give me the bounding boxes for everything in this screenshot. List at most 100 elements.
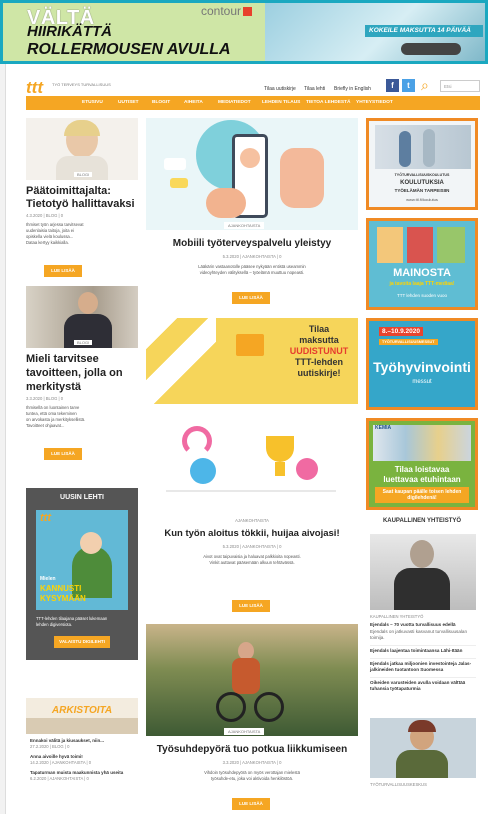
- search-input[interactable]: Etsi: [440, 80, 480, 92]
- article-title[interactable]: Mieli tarvitsee tavoitteen, jolla on merki…: [26, 352, 123, 394]
- nav-aiheita[interactable]: AIHEITA: [184, 100, 203, 105]
- doctor-avatar: [240, 148, 260, 168]
- commercial-item[interactable]: Ejendals – 70 vuotta turvallisuus edellä: [370, 622, 476, 628]
- ad-text: KOULUTUKSIA: [400, 180, 444, 186]
- article-image[interactable]: [370, 718, 476, 778]
- bike-wheel-icon: [216, 692, 246, 722]
- article-excerpt: Ihmiset työn arjessa tarvitsevat uudenlai…: [26, 222, 84, 245]
- archive-books: [26, 718, 138, 734]
- read-digital-button[interactable]: VALAISTU DIGILEHTI: [54, 636, 110, 648]
- magazine-thumb: [437, 227, 465, 263]
- article-meta: 3.3.2020 | AJANKOHTAISTA | 0: [222, 760, 282, 765]
- read-more-button[interactable]: LUE LISÄÄ: [44, 265, 82, 277]
- cover-text3: KYSYMÄÄN: [40, 594, 86, 603]
- article-image[interactable]: AJANKOHTAISTA: [146, 624, 358, 736]
- read-more-button[interactable]: LUE LISÄÄ: [232, 798, 270, 810]
- article-meta: TYÖTURVALLISUUSKESKUS: [370, 782, 427, 787]
- latest-issue-caption: TTT-lehden tilaajana pääset lukemaan lehd…: [36, 616, 108, 627]
- archive-item[interactable]: Tapaturman muista maakunnista yhä useita…: [30, 770, 138, 782]
- archive-header[interactable]: ARKISTOITA: [26, 698, 138, 734]
- site-logo-tagline: TYÖ TERVEYS TURVALLISUUS: [52, 82, 111, 87]
- commercial-title: KAUPALLINEN YHTEISTYÖ: [382, 518, 462, 524]
- article-image[interactable]: AJANKOHTAISTA: [146, 118, 358, 230]
- banner-brand: contour: [201, 4, 253, 18]
- ad-text: KEMIA: [375, 425, 392, 431]
- site-logo[interactable]: ttt: [26, 78, 43, 98]
- nav-mediatiedot[interactable]: MEDIATIEDOT: [218, 100, 251, 105]
- article-title[interactable]: Mobiili työterveyspalvelu yleistyy: [146, 238, 358, 249]
- newsletter-promo[interactable]: Tilaa maksutta UUDISTUNUT TTT-lehden uut…: [146, 318, 358, 404]
- commercial-item[interactable]: Oikeiden varusteiden avulla voidaan vält…: [370, 677, 476, 692]
- article-meta: 5.3.2020 | AJANKOHTAISTA | 0: [222, 544, 282, 549]
- trophy-icon: [266, 436, 294, 462]
- twitter-icon[interactable]: t: [402, 79, 415, 92]
- chat-bubble-icon: [170, 178, 188, 188]
- archive-item[interactable]: Ennakoi välitä ja kiusaukset, niin... 27.…: [30, 738, 138, 750]
- article-meta: 5.3.2020 | AJANKOHTAISTA | 0: [222, 254, 282, 259]
- ad-text: TYÖTURVALLISUUSKOULUTUS: [394, 173, 450, 177]
- facebook-icon[interactable]: f: [386, 79, 399, 92]
- commercial-item[interactable]: Ejendals laajentaa toimintaansa Lähi-Itä…: [370, 645, 476, 654]
- portrait-body: [394, 568, 450, 610]
- article-image[interactable]: BLOGI: [26, 286, 138, 348]
- rollermouse-icon: [401, 43, 461, 55]
- category-badge: AJANKOHTAISTA: [224, 222, 265, 229]
- nav-lehden-tilaus[interactable]: LEHDEN TILAUS: [262, 100, 300, 105]
- banner-cta[interactable]: KOKEILE MAKSUTTA 14 PÄIVÄÄ: [365, 25, 483, 37]
- ad-text: Tilaa loistavaa luettavaa etuhintaan: [383, 465, 461, 484]
- article-image[interactable]: BLOGI: [26, 118, 138, 180]
- cover-logo: ttt: [40, 512, 51, 524]
- cover-text1: Mielen: [40, 576, 56, 582]
- ad-text: ja tavoita laaja TTT-mediaa!: [389, 281, 455, 287]
- magazine-cover[interactable]: ttt Mielen KANNUSTI KYSYMÄÄN: [36, 510, 128, 610]
- commercial-item[interactable]: Ejendals jatkaa miljoonien investointeja…: [370, 658, 476, 673]
- latest-issue-title: UUSIN LEHTI: [60, 494, 104, 501]
- ad-text: TYÖELÄMÄN TARPEISIIN: [394, 188, 450, 193]
- category-badge: BLOGI: [74, 340, 93, 345]
- article-title[interactable]: Päätoimittajalta: Tietotyö hallittavaksi: [26, 185, 135, 211]
- article-excerpt: Aivot ovat taipuvaisia ja haluavat palkk…: [203, 554, 301, 565]
- nav-yhteystiedot[interactable]: YHTEYSTIEDOT: [356, 100, 393, 105]
- commercial-excerpt: Ejendals on jatkuvasti kasvanut turvalli…: [370, 629, 468, 640]
- envelope-icon: [236, 334, 264, 356]
- portrait-body: [396, 750, 448, 778]
- article-title[interactable]: Työsuhdepyörä tuo potkua liikkumiseen: [146, 744, 358, 755]
- portrait-face: [410, 540, 434, 568]
- article-image[interactable]: [370, 534, 476, 610]
- ad-subscription[interactable]: KEMIA Tilaa loistavaa luettavaa etuhintaa…: [366, 418, 478, 510]
- cover-text2: KANNUSTI: [40, 584, 82, 593]
- top-ad-banner[interactable]: VÄLTÄ HIIRIKÄTTÄ ROLLERMOUSEN AVULLA con…: [0, 0, 488, 64]
- nav-uutiset[interactable]: UUTISET: [118, 100, 139, 105]
- archive-item[interactable]: Anna aivoille hyvä toimi! 14.2.2020 | AJA…: [30, 754, 138, 766]
- brain-character: [296, 458, 318, 480]
- ad-text: TTT lehden suoden vuoo: [397, 293, 447, 298]
- search-icon[interactable]: ⌕: [421, 77, 429, 94]
- ad-url[interactable]: www.ttl.fi/koulutus: [369, 197, 475, 202]
- read-more-button[interactable]: LUE LISÄÄ: [44, 448, 82, 460]
- ad-training[interactable]: TYÖTURVALLISUUSKOULUTUS KOULUTUKSIA TYÖE…: [366, 118, 478, 210]
- link-subscribe[interactable]: Tilaa lehti: [304, 86, 325, 92]
- finger-illustration: [280, 148, 324, 208]
- ad-fair[interactable]: 8.–10.9.2020 TYÖTURVALLISUUSMESSUT Työhy…: [366, 318, 478, 410]
- category-badge: BLOGI: [74, 172, 93, 177]
- hand-illustration: [206, 188, 246, 218]
- trophy-stem: [275, 462, 285, 476]
- read-more-button[interactable]: LUE LISÄÄ: [232, 292, 270, 304]
- ad-advertise[interactable]: MAINOSTA ja tavoita laaja TTT-mediaa! TT…: [366, 218, 478, 310]
- category-badge: AJANKOHTAISTA: [235, 518, 269, 523]
- article-image[interactable]: [146, 414, 358, 510]
- read-more-button[interactable]: LUE LISÄÄ: [232, 600, 270, 612]
- link-newsletter[interactable]: Tilaa uutiskirje: [264, 86, 296, 92]
- banner-line3: ROLLERMOUSEN AVULLA: [27, 41, 231, 58]
- nav-etusivu[interactable]: ETUSIVU: [82, 100, 103, 105]
- portrait-hair: [408, 720, 436, 732]
- link-english[interactable]: Briefly in English: [334, 86, 371, 92]
- ad-text: messut: [412, 379, 432, 385]
- nav-tietoa-lehdesta[interactable]: TIETOA LEHDESTÄ: [306, 100, 351, 105]
- ad-text: Työhyvinvointi: [373, 359, 471, 375]
- ad-text: Saat kaupan päälle toisen lehden digileh…: [375, 487, 469, 503]
- nav-blogit[interactable]: BLOGIT: [152, 100, 170, 105]
- article-excerpt: Vihdoin työsuhdepyörä on myös verottajan…: [204, 770, 300, 781]
- ad-person: [399, 131, 411, 167]
- article-title[interactable]: Kun työn aloitus tökkii, huijaa aivojasi…: [146, 528, 358, 539]
